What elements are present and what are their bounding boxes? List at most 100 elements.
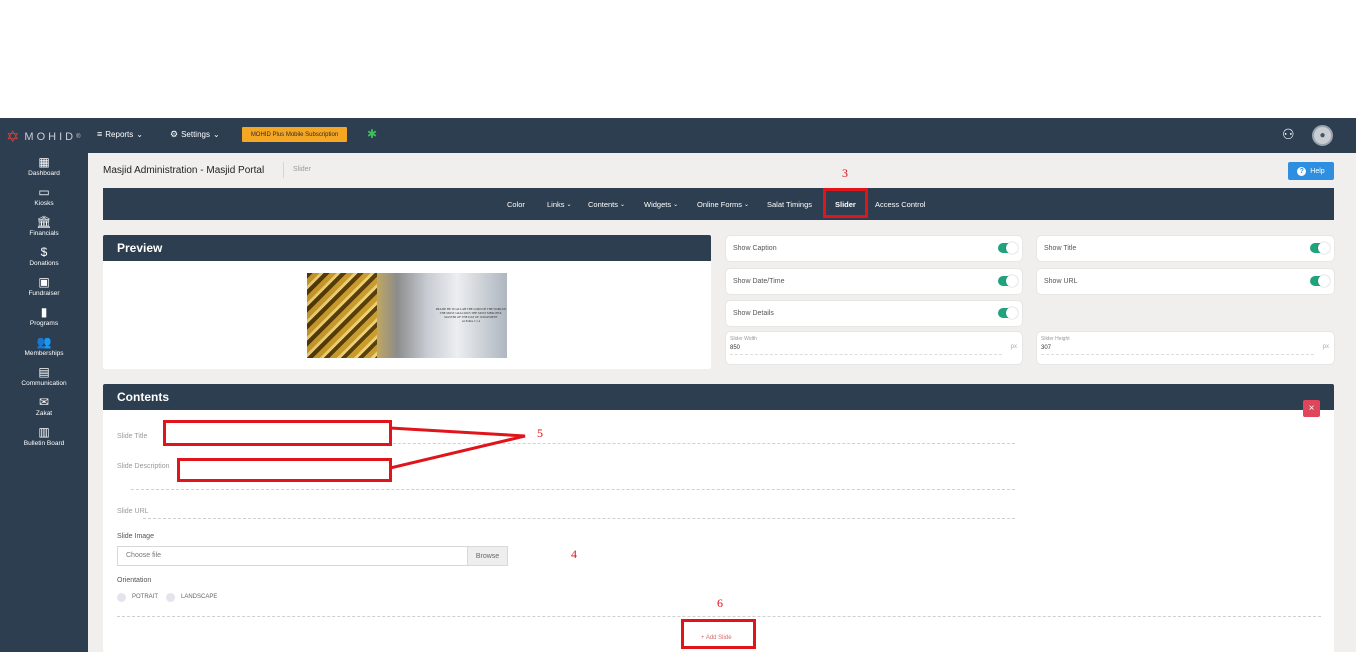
tab-contents[interactable]: Contents ⌄ — [588, 200, 625, 209]
sidebar-item-label: Programs — [29, 320, 59, 327]
sidebar-item-kiosks[interactable]: ▭ Kiosks — [0, 185, 88, 208]
annotation-box-slider-tab — [823, 188, 868, 218]
slide-url-input[interactable] — [143, 518, 1015, 519]
person-icon: ● — [1319, 130, 1326, 141]
browse-button[interactable]: Browse — [467, 547, 507, 565]
chevron-down-icon: ⌄ — [136, 129, 143, 139]
tab-label: Access Control — [875, 200, 926, 209]
show-details-card: Show Details — [726, 301, 1022, 326]
sidebar-item-label: Bulletin Board — [23, 440, 65, 447]
show-title-card: Show Title — [1037, 236, 1334, 261]
toggle-knob — [1318, 275, 1330, 287]
show-title-toggle[interactable] — [1310, 242, 1330, 254]
annotation-box-slide-title — [163, 420, 392, 446]
slider-width-field[interactable]: Slider Width 850 px — [726, 332, 1022, 364]
green-gear-icon[interactable]: ✱ — [367, 127, 377, 141]
slide-description-input[interactable] — [131, 489, 1015, 490]
slider-width-value: 850 — [730, 345, 741, 351]
show-details-toggle[interactable] — [998, 307, 1018, 319]
slider-height-field[interactable]: Slider Height 307 px — [1037, 332, 1334, 364]
show-caption-toggle[interactable] — [998, 242, 1018, 254]
toggle-knob — [1006, 275, 1018, 287]
reports-menu[interactable]: ≡ Reports ⌄ — [97, 129, 143, 139]
chevron-down-icon: ⌄ — [744, 202, 750, 208]
envelope-icon: ✉ — [38, 395, 50, 409]
sidebar-item-donations[interactable]: $ Donations — [0, 245, 88, 268]
toggle-knob — [1006, 242, 1018, 254]
user-switch-icon[interactable]: ⚇ — [1282, 126, 1295, 143]
show-url-toggle[interactable] — [1310, 275, 1330, 287]
sidebar-item-zakat[interactable]: ✉ Zakat — [0, 395, 88, 418]
sidebar-item-communication[interactable]: ▤ Communication — [0, 366, 88, 388]
sidebar-item-memberships[interactable]: 👥 Memberships — [0, 336, 88, 358]
app-window: ✡ MOHID ® ≡ Reports ⌄ ⚙ Settings ⌄ MOHID … — [0, 118, 1356, 652]
annotation-arrow — [390, 426, 526, 470]
contents-header[interactable]: Contents ⌄ — [103, 384, 1334, 410]
tab-label: Salat Timings — [767, 200, 813, 209]
annotation-number-3: 3 — [842, 166, 848, 180]
contents-title: Contents — [117, 390, 169, 404]
mohid-logo[interactable]: ✡ MOHID ® — [6, 127, 81, 147]
tab-online-forms[interactable]: Online Forms ⌄ — [697, 200, 749, 209]
chevron-down-icon: ⌄ — [212, 130, 220, 139]
sidebar-item-label: Fundraiser — [28, 290, 60, 297]
breadcrumb: Slider — [293, 166, 311, 173]
sidebar-item-label: Kiosks — [34, 200, 54, 207]
annotation-number-4: 4 — [571, 547, 577, 561]
divider — [117, 616, 1321, 617]
help-button[interactable]: ? Help — [1288, 162, 1334, 180]
toggle-knob — [1318, 242, 1330, 254]
tab-color[interactable]: Color — [507, 200, 525, 209]
sidebar-item-label: Memberships — [24, 350, 64, 357]
field-underline — [730, 354, 1002, 355]
logo-registered-mark: ® — [76, 134, 81, 140]
blank-top-area — [0, 0, 1356, 118]
monitor-icon: ▭ — [38, 185, 50, 199]
unit-label: px — [1322, 344, 1329, 350]
chevron-down-icon: ⌄ — [620, 202, 626, 208]
show-datetime-card: Show Date/Time — [726, 269, 1022, 294]
sidebar-item-programs[interactable]: ▮ Programs — [0, 305, 88, 328]
gear-icon: ⚙ — [170, 129, 179, 139]
slide-image-file-input[interactable]: Choose file Browse — [117, 546, 508, 566]
reports-label: Reports — [105, 129, 134, 139]
slider-height-value: 307 — [1041, 345, 1052, 351]
sidebar-item-financials[interactable]: 🏛 Financials — [0, 215, 88, 238]
show-details-label: Show Details — [733, 310, 774, 317]
subscription-button[interactable]: MOHID Plus Mobile Subscription — [242, 127, 347, 142]
sidebar-item-dashboard[interactable]: ▦ Dashboard — [0, 156, 88, 178]
user-avatar[interactable]: ● — [1312, 125, 1333, 146]
preview-header: Preview — [103, 235, 711, 261]
orientation-label: Orientation — [117, 577, 152, 584]
chevron-down-icon: ⌄ — [566, 202, 572, 208]
annotation-box-add-slide — [681, 619, 756, 649]
toggle-knob — [1006, 307, 1018, 319]
sidebar: ▦ Dashboard ▭ Kiosks 🏛 Financials $ Dona… — [0, 153, 88, 652]
kaaba-door-graphic — [307, 273, 377, 358]
tab-label: Color — [507, 200, 525, 209]
dollar-icon: $ — [40, 245, 48, 259]
sidebar-item-fundraiser[interactable]: ▣ Fundraiser — [0, 275, 88, 298]
landscape-radio[interactable] — [166, 593, 175, 602]
show-datetime-toggle[interactable] — [998, 275, 1018, 287]
sidebar-item-label: Donations — [29, 260, 59, 267]
preview-verse-ref: Al-Fatiha 1:1-4 — [461, 319, 481, 323]
sidebar-item-bulletin-board[interactable]: ▥ Bulletin Board — [0, 425, 88, 448]
tab-salat-timings[interactable]: Salat Timings — [767, 200, 812, 209]
tab-links[interactable]: Links ⌄ — [547, 200, 572, 209]
sidebar-item-label: Dashboard — [28, 170, 60, 177]
mohid-star-icon: ✡ — [6, 129, 20, 146]
chevron-down-icon: ⌄ — [673, 202, 679, 208]
remove-slide-button[interactable]: × — [1303, 400, 1320, 417]
sidebar-item-label: Communication — [21, 380, 67, 387]
clipboard-icon: ▥ — [38, 425, 50, 439]
book-icon: ▮ — [40, 305, 48, 319]
show-url-card: Show URL — [1037, 269, 1334, 294]
preview-card: Preview PRAISE BE TO ALLAH THE LORD OF T… — [103, 235, 711, 369]
bank-icon: 🏛 — [36, 215, 52, 229]
tab-widgets[interactable]: Widgets ⌄ — [644, 200, 678, 209]
settings-menu[interactable]: ⚙ Settings ⌄ — [170, 129, 220, 140]
tab-access-control[interactable]: Access Control — [875, 200, 925, 209]
portrait-radio[interactable] — [117, 593, 126, 602]
calendar-icon: ▣ — [38, 275, 50, 289]
